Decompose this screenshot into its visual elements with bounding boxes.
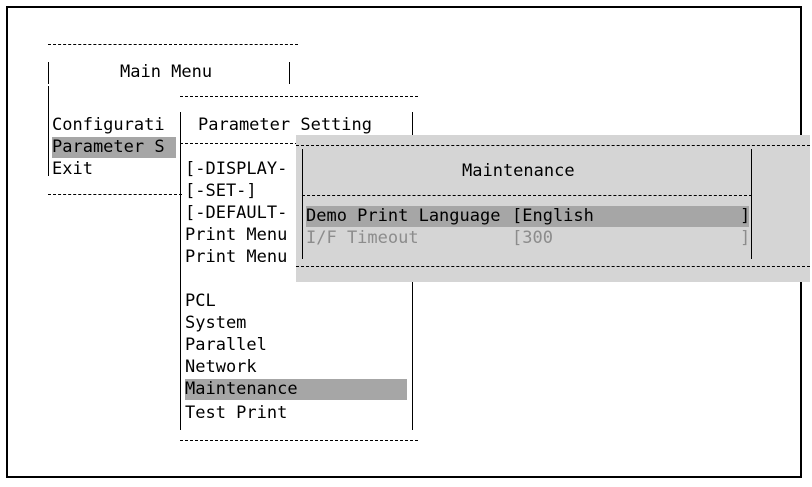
- maintenance-dialog-left-edge: [302, 149, 303, 259]
- maintenance-row-label: I/F Timeout: [306, 228, 419, 248]
- maintenance-dialog-bottom-border: [296, 266, 810, 267]
- maintenance-row-value-close-bracket: ]: [740, 206, 751, 226]
- main-menu-left-edge: [48, 86, 49, 176]
- maintenance-dialog-right-edge: [751, 149, 752, 259]
- parameter-menu-bottom-border: [180, 440, 418, 441]
- main-menu-item-parameter-setting[interactable]: Parameter S: [52, 137, 176, 158]
- maintenance-row-demo-print-language[interactable]: Demo Print Language [English ]: [306, 206, 751, 227]
- maintenance-row-label: Demo Print Language: [306, 206, 501, 226]
- parameter-menu-item-test-print[interactable]: Test Print: [185, 403, 405, 424]
- parameter-menu-item-maintenance[interactable]: Maintenance: [185, 379, 407, 400]
- parameter-menu-top-border: [180, 96, 418, 97]
- maintenance-dialog-top-border: [296, 145, 810, 146]
- main-menu-title-right-edge: [289, 62, 290, 84]
- maintenance-row-value: [300: [512, 228, 553, 248]
- maintenance-dialog: Maintenance Demo Print Language [English…: [296, 135, 810, 282]
- parameter-menu-title: Parameter Setting: [198, 115, 372, 135]
- main-menu-title-left-edge: [48, 62, 49, 84]
- maintenance-row-value: [English: [512, 206, 594, 226]
- maintenance-dialog-title: Maintenance: [462, 161, 575, 181]
- parameter-menu-item-network[interactable]: Network: [185, 357, 405, 378]
- maintenance-row-value-close-bracket: ]: [740, 228, 751, 248]
- main-menu-item-configuration[interactable]: Configurati: [52, 115, 176, 136]
- main-menu-bottom-border: [48, 194, 182, 195]
- parameter-menu-item-parallel[interactable]: Parallel: [185, 335, 405, 356]
- main-menu-top-border: [48, 44, 298, 45]
- maintenance-dialog-title-separator: [302, 195, 752, 196]
- main-menu-item-exit[interactable]: Exit: [52, 159, 176, 180]
- parameter-menu-item-system[interactable]: System: [185, 313, 405, 334]
- main-menu-title: Main Menu: [120, 62, 213, 82]
- parameter-menu-left-edge: [180, 112, 181, 430]
- parameter-menu-item-pcl[interactable]: PCL: [185, 291, 405, 312]
- maintenance-row-if-timeout[interactable]: I/F Timeout [300 ]: [306, 228, 751, 249]
